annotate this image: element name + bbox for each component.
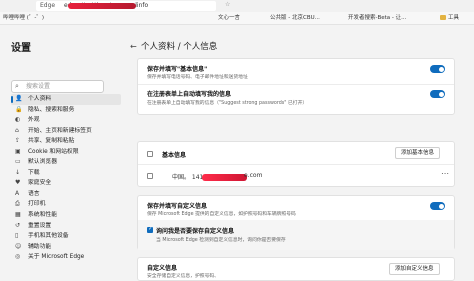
search-icon: ⌕ [15, 82, 19, 90]
divider [138, 164, 454, 165]
sidebar-item-label: 重置设置 [28, 222, 52, 229]
add-custom-info-button[interactable]: 添加自定义信息 [389, 263, 440, 275]
sidebar-item-label: 家庭安全 [28, 180, 52, 187]
bookmark-item[interactable]: 开发者搜索-Beta - 让... [348, 12, 406, 24]
redaction-mark [202, 174, 247, 181]
add-basic-info-button[interactable]: 添加基本信息 [395, 147, 441, 159]
sub-option-background [138, 220, 454, 250]
select-all-checkbox[interactable] [147, 151, 153, 157]
cookie-icon: ▣ [15, 147, 21, 155]
settings-title: 设置 [11, 43, 31, 54]
sidebar-item-label: 个人资料 [28, 96, 52, 102]
entry-checkbox[interactable] [147, 173, 153, 179]
basic-info-title: 基本信息 [162, 152, 187, 159]
sidebar-item-label: 下载 [28, 169, 40, 176]
sidebar-item[interactable]: ▯ 手机和其他设备 [11, 231, 121, 242]
sidebar-item[interactable]: ⌂ 开始、主页和新建标签页 [11, 126, 121, 137]
download-icon: ↓ [15, 168, 21, 176]
sidebar-item-label: 系统和性能 [28, 212, 57, 219]
custom-info-card: 自定义信息 安全存储自定义信息，护照号码、 添加自定义信息 [137, 257, 455, 281]
sidebar-item[interactable]: A 语言 [11, 189, 121, 200]
autofill-forms-desc: 在注册表单上自动填写我的信息（"Suggest strong passwords… [147, 101, 308, 106]
divider [138, 84, 454, 85]
basic-info-card: 基本信息 添加基本信息 中国。 1413 e.com ⋯ [137, 141, 455, 187]
back-arrow-icon[interactable]: ← [130, 42, 137, 51]
edge-label: Edge [40, 2, 56, 9]
phone-icon: ▯ [15, 232, 19, 240]
sidebar-item-label: 外观 [28, 117, 40, 124]
accessibility-icon: ☺ [15, 242, 22, 250]
save-basic-info-title: 保存并填写"基本信息" [147, 66, 208, 73]
save-custom-info-toggle[interactable] [430, 202, 445, 210]
autofill-basic-card: 保存并填写"基本信息" 保存并填写电话号码、电子邮件地址和送货地址 在注册表单上… [137, 58, 455, 115]
sidebar-item-label: 打印机 [28, 201, 46, 208]
sidebar-item-label: 默认浏览器 [28, 159, 57, 166]
sidebar-item-label: 共享、复制和粘贴 [28, 138, 75, 145]
autofill-forms-toggle[interactable] [430, 90, 445, 98]
favorite-star-icon[interactable]: ☆ [225, 1, 230, 8]
lock-icon: 🔒 [15, 105, 23, 113]
printer-icon: ⎙ [15, 200, 20, 208]
sidebar-item[interactable]: ◐ 外观 [11, 115, 121, 126]
sidebar-item[interactable]: ▦ 系统和性能 [11, 210, 121, 221]
sidebar-item[interactable]: ◎ 关于 Microsoft Edge [11, 252, 121, 263]
sidebar-item[interactable]: ▭ 默认浏览器 [11, 157, 121, 168]
sidebar-item[interactable]: ☺ 辅助功能 [11, 242, 121, 253]
save-custom-info-title: 保存并填写自定义信息 [147, 203, 208, 210]
page-title: 个人资料 / 个人信息 [141, 42, 218, 52]
folder-icon [440, 15, 446, 20]
entry-suffix: e.com [244, 172, 263, 179]
sidebar-item[interactable]: ▣ Cookie 和网站权限 [11, 147, 121, 158]
main-content: ← 个人资料 / 个人信息 保存并填写"基本信息" 保存并填写电话号码、电子邮件… [120, 25, 474, 281]
sidebar-item-label: 隐私、搜索和服务 [28, 106, 75, 113]
sidebar-item-label: 手机和其他设备 [28, 233, 69, 240]
bookmark-folder[interactable]: 工具 [440, 12, 459, 24]
custom-info-title: 自定义信息 [147, 265, 178, 272]
sidebar-item-label: 开始、主页和新建标签页 [28, 127, 92, 134]
edge-icon: ◎ [15, 253, 21, 261]
person-icon: 👤 [15, 95, 23, 102]
reset-icon: ↺ [15, 221, 21, 229]
language-icon: A [15, 189, 20, 197]
settings-nav: 👤 个人资料 🔒 隐私、搜索和服务 ◐ 外观 ⌂ 开始、主页和新建标签页 ⇪ 共享、复制和粘贴 ▣ C… [11, 94, 121, 263]
sidebar-item-label: 语言 [28, 190, 40, 197]
home-icon: ⌂ [15, 126, 19, 134]
settings-sidebar: 设置 ⌕ 搜索设置 👤 个人资料 🔒 隐私、搜索和服务 ◐ 外观 ⌂ 开始、主页和新建标签页 ⇪… [0, 25, 121, 278]
bookmark-item[interactable]: 哔哩哔哩 (゜-゜) [3, 12, 44, 24]
more-options-icon[interactable]: ⋯ [441, 169, 449, 178]
custom-info-settings-card: 保存并填写自定义信息 保存 Microsoft Edge 提供的自定义信息，如护… [137, 195, 455, 250]
bookmark-item[interactable]: 文心一言 [218, 12, 240, 24]
ask-save-custom-title: 询问我是否要保存自定义信息 [156, 228, 235, 235]
sidebar-item[interactable]: 👤 个人资料 [11, 94, 121, 105]
family-icon: ♥ [15, 179, 21, 187]
sidebar-item[interactable]: ⇪ 共享、复制和粘贴 [11, 136, 121, 147]
sidebar-item[interactable]: 🔒 隐私、搜索和服务 [11, 105, 121, 116]
sidebar-item-label: Cookie 和网站权限 [28, 148, 79, 155]
save-basic-info-toggle[interactable] [430, 65, 445, 73]
redaction-mark [68, 3, 136, 9]
sidebar-item[interactable]: ↓ 下载 [11, 168, 121, 179]
system-icon: ▦ [15, 211, 21, 219]
save-basic-info-desc: 保存并填写电话号码、电子邮件地址和送货地址 [147, 75, 248, 80]
save-custom-info-desc: 保存 Microsoft Edge 提供的自定义信息，如护照号码和车辆牌照号码 [147, 212, 296, 217]
bookmarks-bar: 哔哩哔哩 (゜-゜) 文心一言 公共版 - 北京CBU... 开发者搜索-Bet… [0, 12, 474, 25]
sidebar-item-label: 关于 Microsoft Edge [28, 254, 85, 261]
search-settings-input[interactable]: ⌕ 搜索设置 [11, 80, 104, 93]
ask-save-custom-checkbox[interactable] [147, 226, 153, 233]
share-icon: ⇪ [15, 137, 21, 145]
bookmark-item[interactable]: 公共版 - 北京CBU... [270, 12, 320, 24]
browser-icon: ▭ [15, 158, 21, 166]
ask-save-custom-desc: 当 Microsoft Edge 检测到自定义信息时，询问你是否要保存 [156, 238, 286, 243]
sidebar-item[interactable]: ♥ 家庭安全 [11, 178, 121, 189]
autofill-forms-title: 在注册表单上自动填写我的信息 [147, 91, 232, 98]
search-placeholder: 搜索设置 [26, 83, 51, 90]
sidebar-item[interactable]: ↺ 重置设置 [11, 221, 121, 232]
sidebar-item-label: 辅助功能 [28, 243, 52, 250]
palette-icon: ◐ [15, 116, 21, 124]
sidebar-item[interactable]: ⎙ 打印机 [11, 199, 121, 210]
